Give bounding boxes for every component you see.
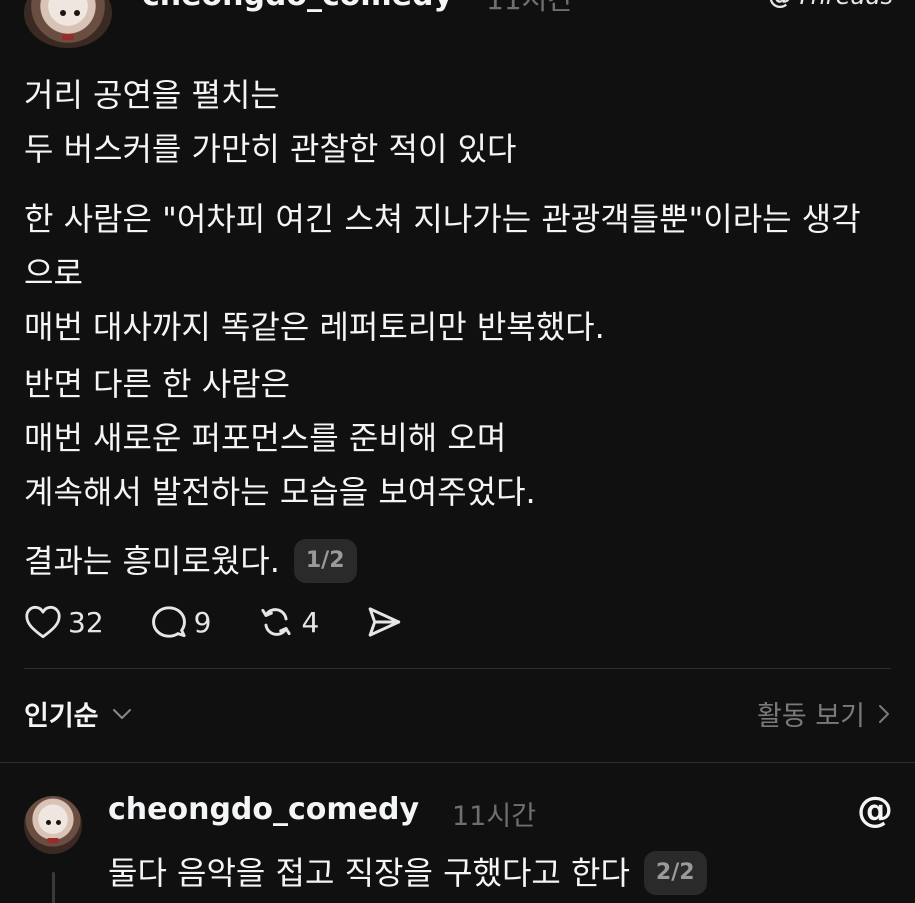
activity-label: 활동 보기 — [757, 701, 865, 732]
comment-count: 9 — [193, 605, 212, 639]
post-header: cheongdo_comedy 11시간 @ Threads — [0, 0, 915, 48]
heart-icon — [25, 605, 61, 639]
threads-icon: @ — [768, 0, 792, 10]
comment-icon — [151, 606, 186, 638]
comment-button[interactable]: 9 — [150, 605, 212, 639]
chevron-right-icon — [879, 704, 889, 723]
repost-button[interactable]: 4 — [257, 605, 319, 639]
text-line: 매번 대사까지 똑같은 레퍼토리만 반복했다. — [24, 308, 605, 346]
divider — [24, 668, 891, 669]
reply-content: 둘다 음악을 접고 직장을 구했다고 한다 2/2 — [108, 846, 707, 900]
text-line: 두 버스커를 가만히 관찰한 적이 있다 — [24, 130, 517, 168]
reply-time: 11시간 — [452, 801, 537, 832]
text-line: 계속해서 발전하는 모습을 보여주었다. — [24, 473, 536, 511]
chevron-down-icon — [112, 708, 131, 719]
post-paragraph-3: 반면 다른 한 사람은 매번 새로운 퍼포먼스를 준비해 오며 계속해서 발전하… — [24, 357, 536, 519]
threads-post-page: cheongdo_comedy 11시간 @ Threads 거리 공연을 펼치… — [0, 0, 915, 903]
text-line: 으로 — [24, 254, 83, 292]
sort-label: 인기순 — [24, 701, 99, 732]
reply-username[interactable]: cheongdo_comedy — [108, 792, 419, 827]
thread-line — [52, 872, 55, 903]
send-icon — [368, 607, 401, 637]
repost-icon — [261, 608, 292, 636]
view-activity-link[interactable]: 활동 보기 — [757, 694, 891, 733]
page-badge: 1/2 — [293, 539, 357, 583]
reply-avatar[interactable] — [24, 796, 82, 854]
post-time: 11시간 — [486, 0, 573, 18]
repost-count: 4 — [301, 605, 320, 639]
text-line: 반면 다른 한 사람은 — [24, 365, 291, 403]
text-line: 결과는 흥미로웠다. — [24, 542, 280, 580]
text-line: 한 사람은 "어차피 여긴 스쳐 지나가는 관광객들뿐"이라는 생각 — [24, 200, 861, 238]
post-paragraph-2: 한 사람은 "어차피 여긴 스쳐 지나가는 관광객들뿐"이라는 생각 으로 매번… — [24, 192, 861, 354]
post-actions: 32 9 4 — [24, 600, 449, 644]
share-button[interactable] — [365, 605, 403, 639]
threads-icon[interactable]: @ — [857, 790, 893, 831]
text-line: 거리 공연을 펼치는 — [24, 76, 280, 114]
page-badge: 2/2 — [643, 851, 707, 895]
post-paragraph-4: 결과는 흥미로웠다. 1/2 — [24, 534, 357, 588]
threads-logo: @ Threads — [768, 0, 893, 10]
divider — [0, 762, 915, 763]
post-paragraph-1: 거리 공연을 펼치는 두 버스커를 가만히 관찰한 적이 있다 — [24, 68, 516, 176]
username[interactable]: cheongdo_comedy — [142, 0, 453, 13]
like-count: 32 — [68, 605, 104, 639]
threads-wordmark: Threads — [796, 0, 893, 10]
reply-text: 둘다 음악을 접고 직장을 구했다고 한다 — [108, 854, 630, 892]
sort-dropdown[interactable]: 인기순 — [24, 694, 133, 733]
text-line: 매번 새로운 퍼포먼스를 준비해 오며 — [24, 419, 507, 457]
avatar[interactable] — [24, 0, 112, 48]
like-button[interactable]: 32 — [24, 605, 104, 639]
